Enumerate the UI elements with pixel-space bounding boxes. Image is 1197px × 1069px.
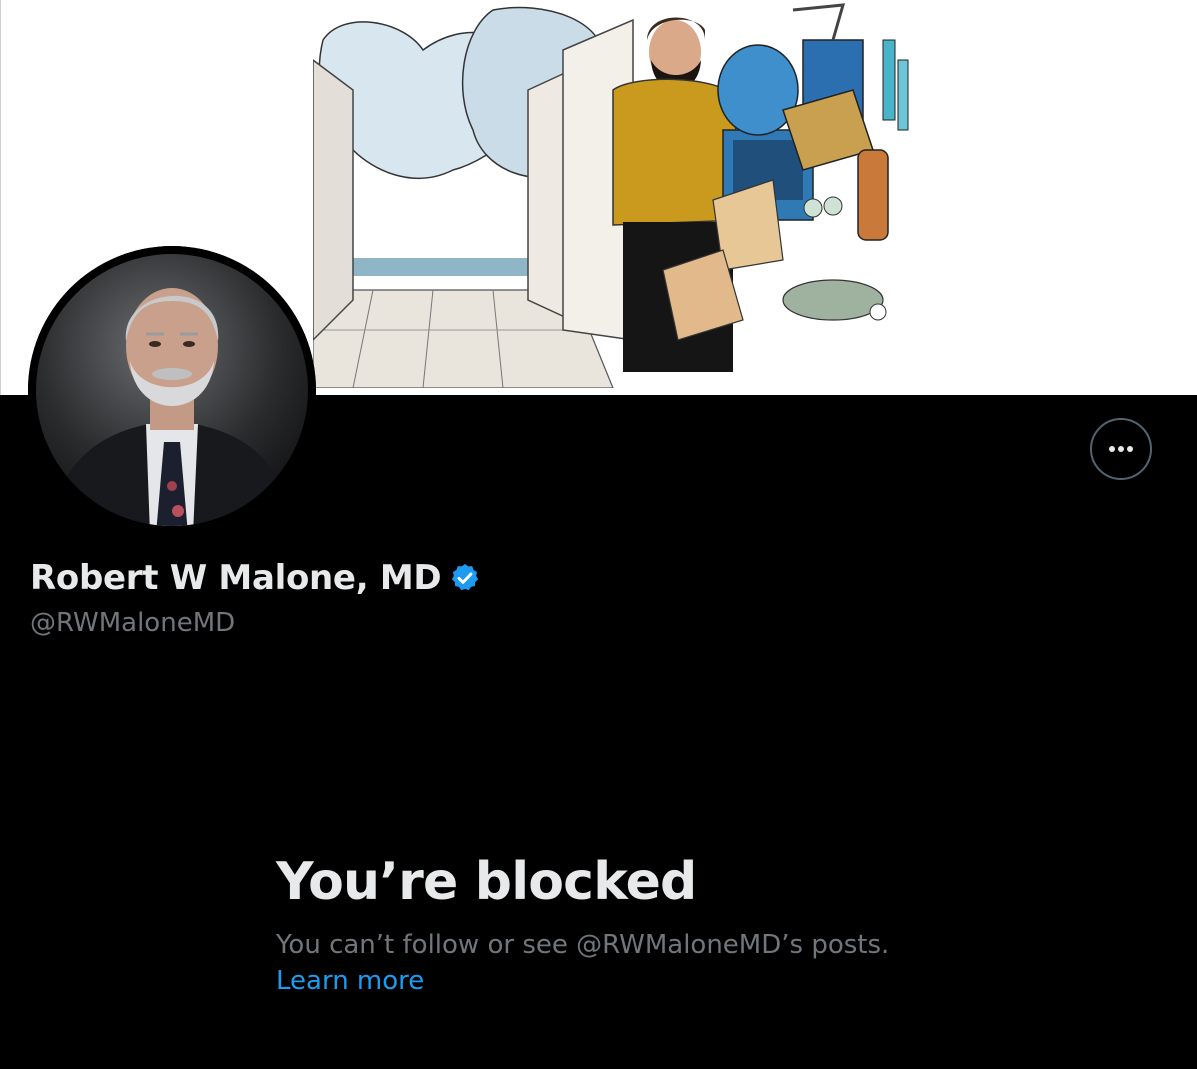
more-options-button[interactable] — [1090, 418, 1152, 480]
banner-illustration — [313, 0, 919, 388]
blocked-description: You can’t follow or see @RWMaloneMD’s po… — [276, 930, 890, 960]
profile-avatar[interactable] — [28, 246, 316, 534]
profile-handle: @RWMaloneMD — [30, 608, 236, 638]
blocked-title: You’re blocked — [276, 852, 697, 912]
learn-more-link[interactable]: Learn more — [276, 966, 424, 996]
display-name-row: Robert W Malone, MD — [30, 558, 481, 598]
verified-badge-icon — [452, 564, 479, 591]
display-name: Robert W Malone, MD — [30, 558, 442, 598]
more-dots-icon — [1109, 446, 1133, 452]
